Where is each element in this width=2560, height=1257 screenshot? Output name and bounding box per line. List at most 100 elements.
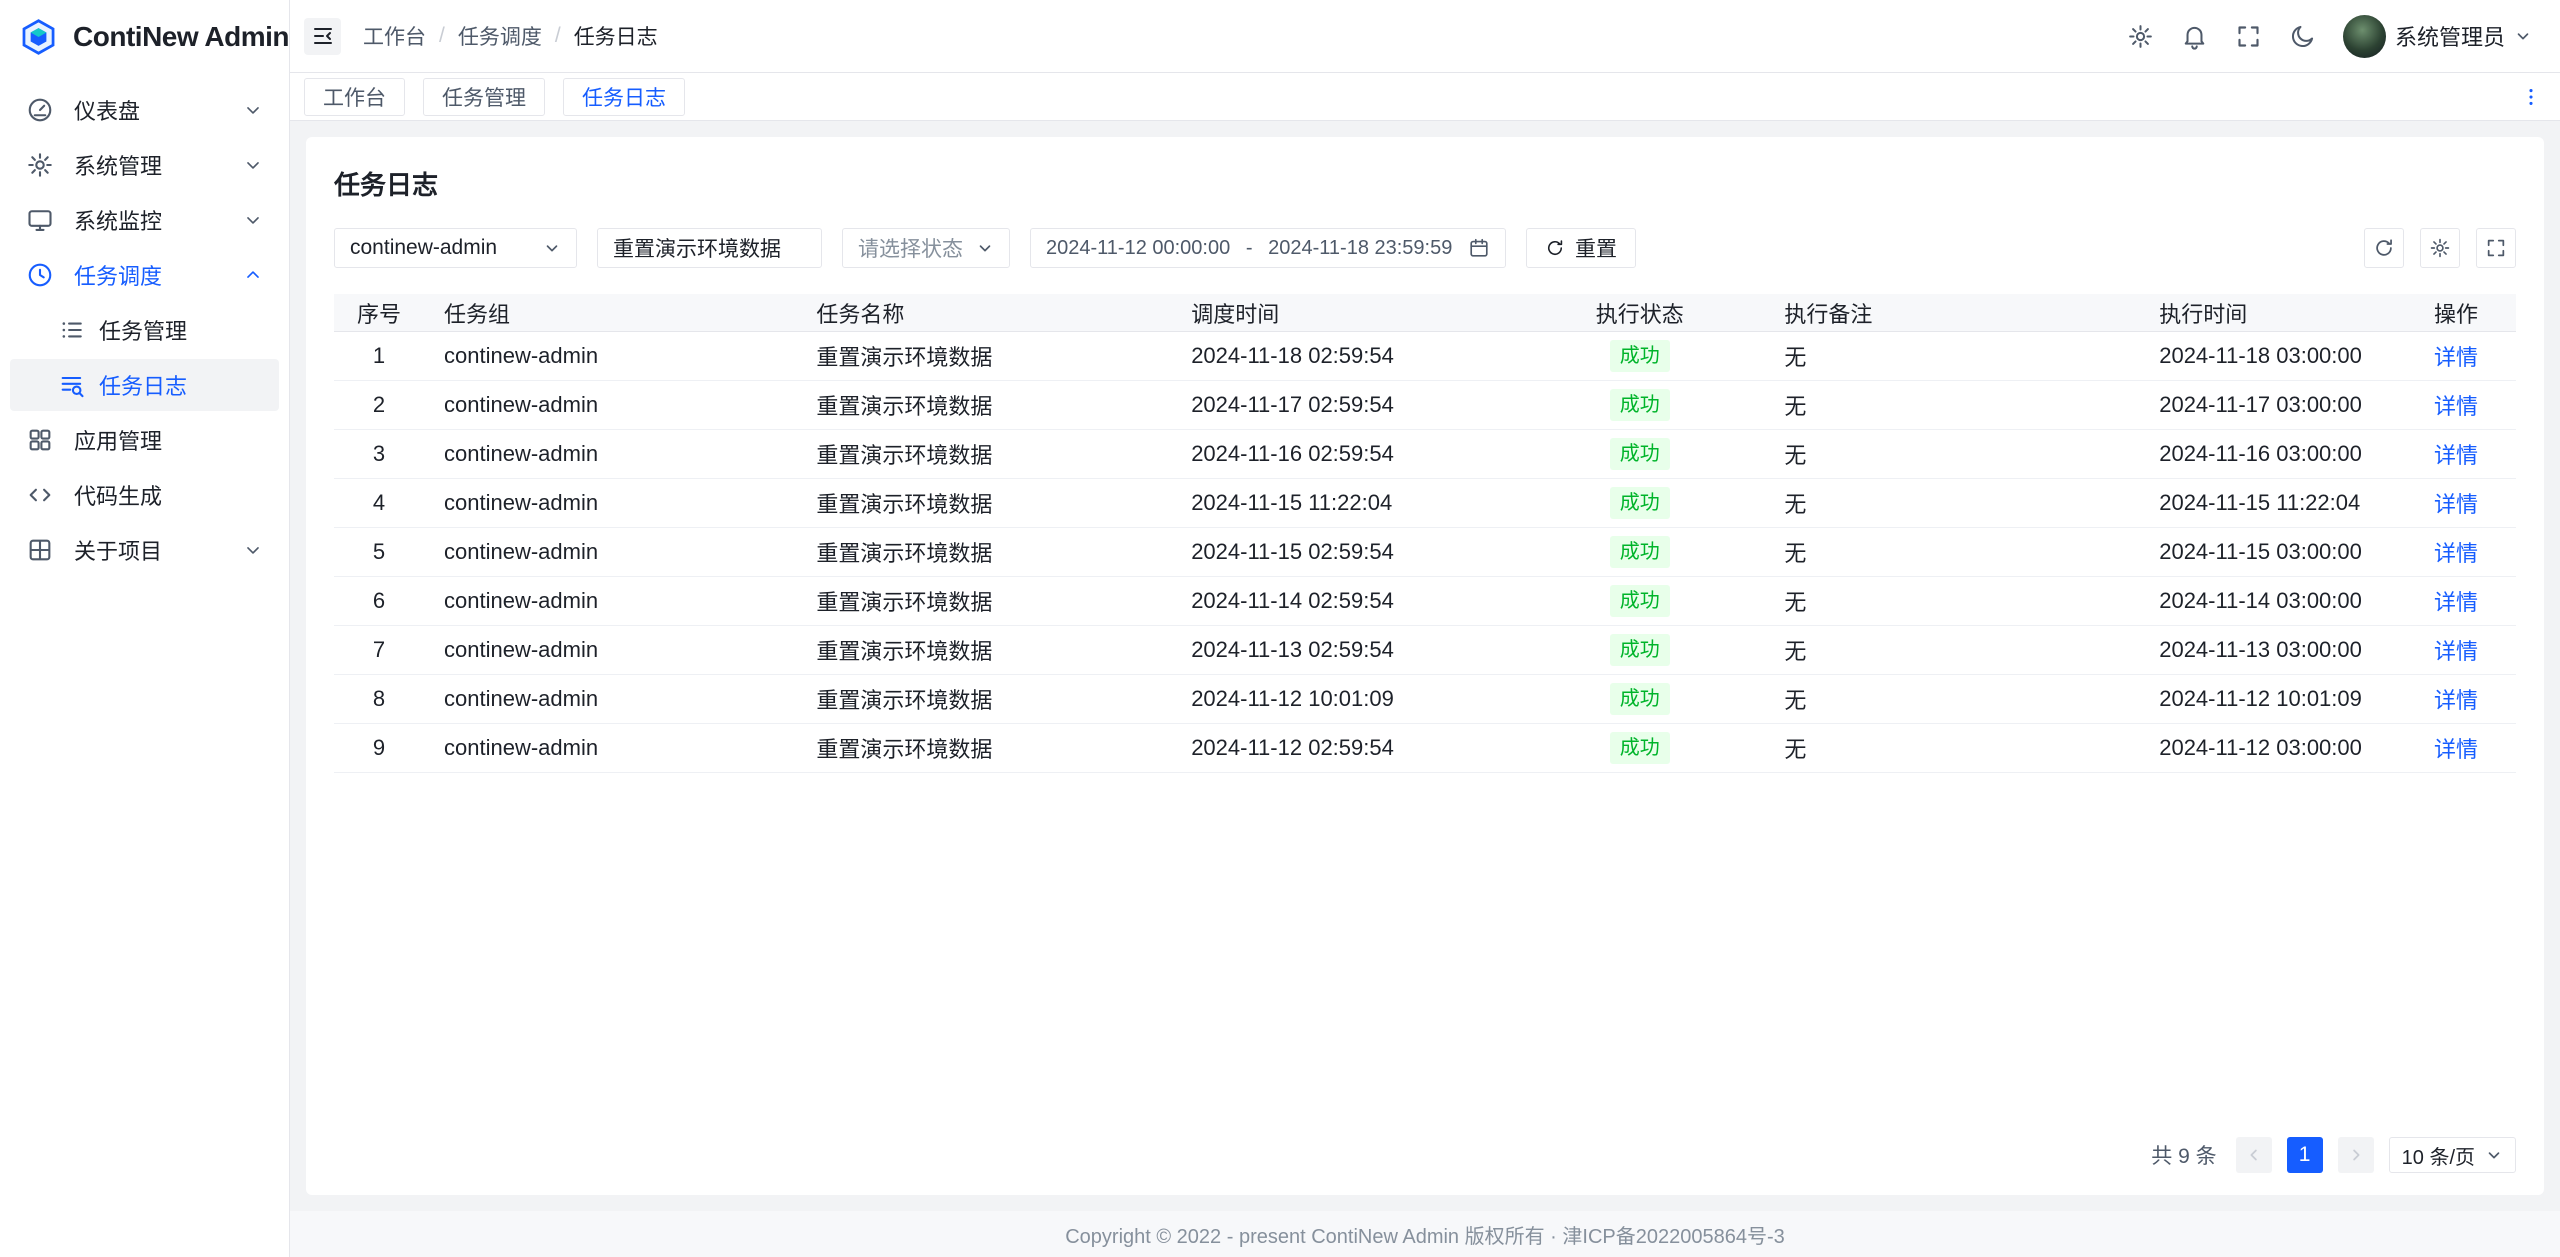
sidebar-item-label: 系统监控 bbox=[74, 204, 162, 236]
top-header: 工作台 / 任务调度 / 任务日志 bbox=[290, 0, 2560, 73]
cell-note: 无 bbox=[1764, 389, 2139, 421]
breadcrumb-separator: / bbox=[439, 24, 445, 48]
detail-link[interactable]: 详情 bbox=[2434, 443, 2478, 468]
sidebar-item-about-project[interactable]: 关于项目 bbox=[10, 524, 279, 576]
main-column: 工作台 / 任务调度 / 任务日志 bbox=[290, 0, 2560, 1257]
cell-status: 成功 bbox=[1515, 634, 1764, 666]
cell-status: 成功 bbox=[1515, 585, 1764, 617]
detail-link[interactable]: 详情 bbox=[2434, 345, 2478, 370]
sidebar-item-task-log[interactable]: 任务日志 bbox=[10, 359, 279, 411]
chevron-down-icon bbox=[2514, 27, 2532, 45]
sidebar-item-label: 任务管理 bbox=[99, 314, 187, 346]
sidebar-item-code-generation[interactable]: 代码生成 bbox=[10, 469, 279, 521]
tab-task-log[interactable]: 任务日志 bbox=[563, 78, 685, 116]
page-size-select[interactable]: 10 条/页 bbox=[2389, 1137, 2516, 1173]
sidebar-collapse-button[interactable] bbox=[304, 18, 341, 55]
table-header: 序号 任务组 任务名称 调度时间 执行状态 执行备注 执行时间 操作 bbox=[334, 294, 2516, 332]
cell-exec-time: 2024-11-18 03:00:00 bbox=[2139, 343, 2396, 369]
date-range-picker[interactable]: 2024-11-12 00:00:00 - 2024-11-18 23:59:5… bbox=[1030, 228, 1506, 268]
table-refresh-button[interactable] bbox=[2364, 228, 2404, 268]
sidebar-item-dashboard[interactable]: 仪表盘 bbox=[10, 84, 279, 136]
logo-icon bbox=[18, 16, 59, 58]
task-name-input[interactable]: 重置演示环境数据 bbox=[597, 228, 822, 268]
cell-name: 重置演示环境数据 bbox=[796, 732, 1171, 764]
table-toolbar bbox=[2364, 228, 2516, 268]
table-row: 8 continew-admin 重置演示环境数据 2024-11-12 10:… bbox=[334, 675, 2516, 724]
notifications-button[interactable] bbox=[2181, 23, 2208, 50]
cell-action: 详情 bbox=[2396, 389, 2516, 421]
sidebar-item-app-management[interactable]: 应用管理 bbox=[10, 414, 279, 466]
table-row: 2 continew-admin 重置演示环境数据 2024-11-17 02:… bbox=[334, 381, 2516, 430]
cell-exec-time: 2024-11-17 03:00:00 bbox=[2139, 392, 2396, 418]
chevron-down-icon bbox=[2485, 1146, 2503, 1164]
detail-link[interactable]: 详情 bbox=[2434, 492, 2478, 517]
dark-mode-button[interactable] bbox=[2289, 23, 2316, 50]
task-log-card: 任务日志 continew-admin 重置演示环境数据 请选择状态 2024 bbox=[306, 137, 2544, 1195]
refresh-icon bbox=[2373, 237, 2395, 259]
tab-more-button[interactable] bbox=[2520, 86, 2542, 108]
sidebar-item-label: 应用管理 bbox=[74, 424, 162, 456]
detail-link[interactable]: 详情 bbox=[2434, 394, 2478, 419]
table-row: 3 continew-admin 重置演示环境数据 2024-11-16 02:… bbox=[334, 430, 2516, 479]
sidebar-item-task-scheduling[interactable]: 任务调度 bbox=[10, 249, 279, 301]
cell-name: 重置演示环境数据 bbox=[796, 340, 1171, 372]
tab-task-management[interactable]: 任务管理 bbox=[423, 78, 545, 116]
detail-link[interactable]: 详情 bbox=[2434, 737, 2478, 762]
calendar-icon bbox=[1468, 237, 1490, 259]
cell-name: 重置演示环境数据 bbox=[796, 585, 1171, 617]
detail-link[interactable]: 详情 bbox=[2434, 590, 2478, 615]
cell-schedule-time: 2024-11-13 02:59:54 bbox=[1171, 637, 1515, 663]
cell-group: continew-admin bbox=[424, 686, 796, 712]
cell-note: 无 bbox=[1764, 340, 2139, 372]
detail-link[interactable]: 详情 bbox=[2434, 688, 2478, 713]
detail-link[interactable]: 详情 bbox=[2434, 541, 2478, 566]
cell-no: 7 bbox=[334, 637, 424, 663]
user-menu[interactable]: 系统管理员 bbox=[2343, 15, 2532, 58]
cell-exec-time: 2024-11-12 03:00:00 bbox=[2139, 735, 2396, 761]
detail-link[interactable]: 详情 bbox=[2434, 639, 2478, 664]
pagination-prev-button[interactable] bbox=[2236, 1137, 2272, 1173]
sidebar-item-system-management[interactable]: 系统管理 bbox=[10, 139, 279, 191]
settings-button[interactable] bbox=[2127, 23, 2154, 50]
task-group-select[interactable]: continew-admin bbox=[334, 228, 577, 268]
breadcrumb-item[interactable]: 工作台 bbox=[363, 21, 426, 51]
status-badge: 成功 bbox=[1610, 585, 1670, 617]
sidebar-item-system-monitor[interactable]: 系统监控 bbox=[10, 194, 279, 246]
sidebar-item-task-management[interactable]: 任务管理 bbox=[10, 304, 279, 356]
tab-bar: 工作台 任务管理 任务日志 bbox=[290, 73, 2560, 121]
cell-note: 无 bbox=[1764, 536, 2139, 568]
cell-note: 无 bbox=[1764, 683, 2139, 715]
cell-schedule-time: 2024-11-17 02:59:54 bbox=[1171, 392, 1515, 418]
date-range-end: 2024-11-18 23:59:59 bbox=[1268, 237, 1452, 260]
column-header-exec-time: 执行时间 bbox=[2139, 297, 2396, 329]
pagination-current-page[interactable]: 1 bbox=[2287, 1137, 2323, 1173]
reset-button[interactable]: 重置 bbox=[1526, 228, 1636, 268]
breadcrumb-item[interactable]: 任务调度 bbox=[458, 21, 542, 51]
header-actions: 系统管理员 bbox=[2127, 15, 2532, 58]
fullscreen-button[interactable] bbox=[2235, 23, 2262, 50]
app-root: ContiNew Admin 仪表盘 系统管理 系统监控 任务调度 bbox=[0, 0, 2560, 1257]
menu-fold-icon bbox=[311, 24, 335, 48]
table-fullscreen-button[interactable] bbox=[2476, 228, 2516, 268]
sidebar-menu: 仪表盘 系统管理 系统监控 任务调度 任务管理 bbox=[0, 73, 289, 587]
table-settings-button[interactable] bbox=[2420, 228, 2460, 268]
status-badge: 成功 bbox=[1610, 536, 1670, 568]
cell-name: 重置演示环境数据 bbox=[796, 438, 1171, 470]
tab-label: 任务日志 bbox=[582, 82, 666, 112]
status-select[interactable]: 请选择状态 bbox=[842, 228, 1010, 268]
status-badge: 成功 bbox=[1610, 340, 1670, 372]
pagination: 共 9 条 1 10 条/页 bbox=[334, 1115, 2516, 1173]
cell-note: 无 bbox=[1764, 487, 2139, 519]
cell-schedule-time: 2024-11-18 02:59:54 bbox=[1171, 343, 1515, 369]
column-header-status: 执行状态 bbox=[1515, 297, 1764, 329]
sidebar-item-label: 任务日志 bbox=[99, 369, 187, 401]
sidebar: ContiNew Admin 仪表盘 系统管理 系统监控 任务调度 bbox=[0, 0, 290, 1257]
pagination-next-button[interactable] bbox=[2338, 1137, 2374, 1173]
cell-schedule-time: 2024-11-12 10:01:09 bbox=[1171, 686, 1515, 712]
tab-workbench[interactable]: 工作台 bbox=[304, 78, 405, 116]
user-name: 系统管理员 bbox=[2395, 20, 2505, 52]
table-body: 1 continew-admin 重置演示环境数据 2024-11-18 02:… bbox=[334, 332, 2516, 773]
table-row: 5 continew-admin 重置演示环境数据 2024-11-15 02:… bbox=[334, 528, 2516, 577]
cell-no: 1 bbox=[334, 343, 424, 369]
cell-action: 详情 bbox=[2396, 732, 2516, 764]
